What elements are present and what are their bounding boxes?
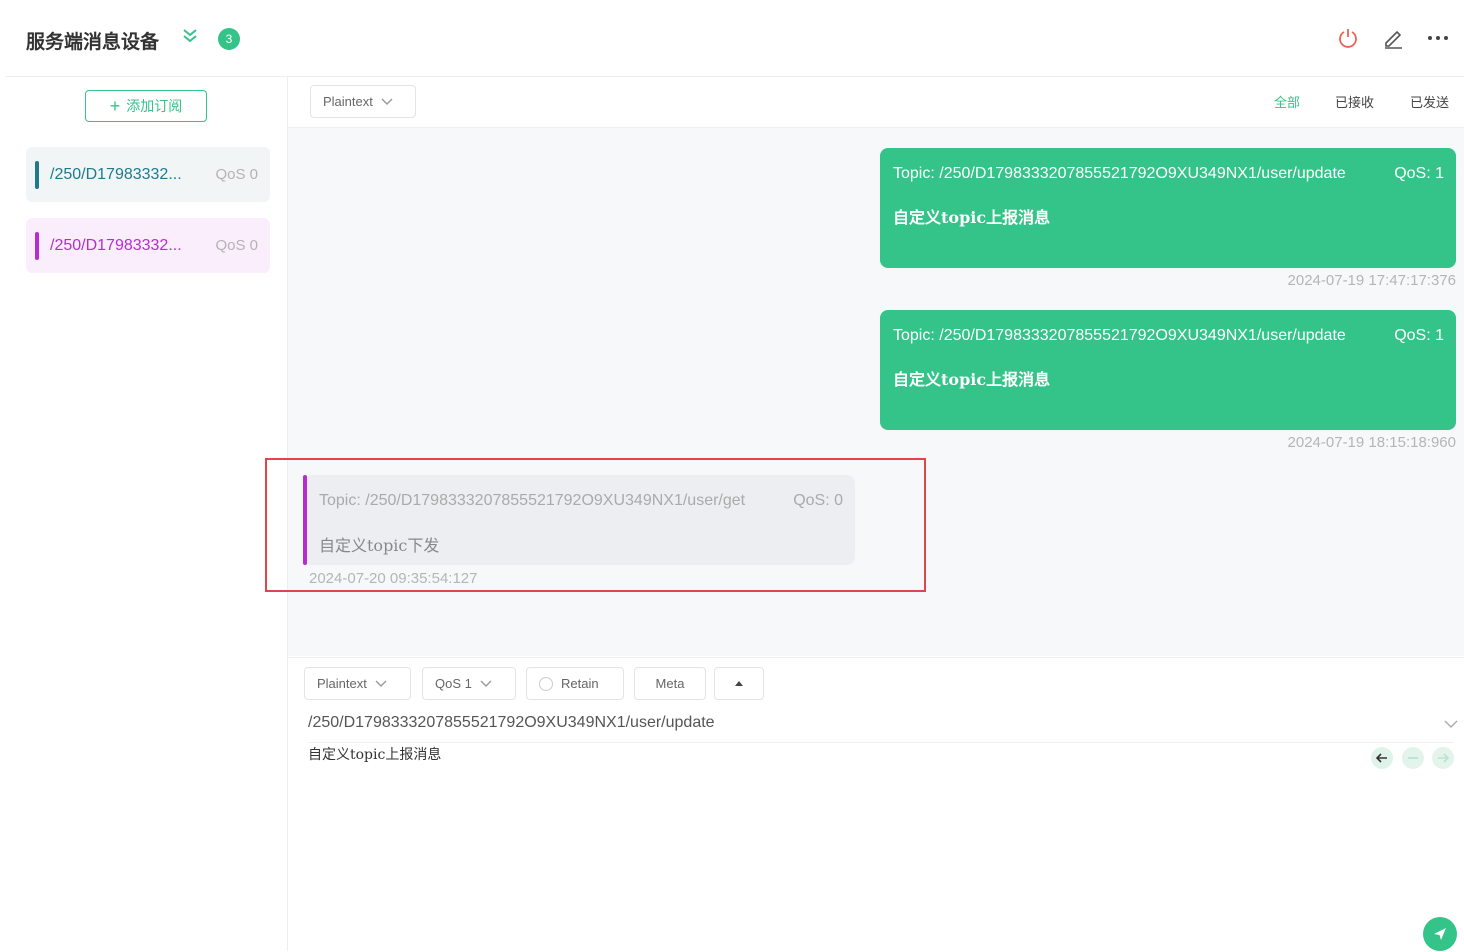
composer-qos-value: QoS 1 [435, 676, 472, 691]
subscription-color-bar [35, 160, 39, 189]
subscription-qos: QoS 0 [215, 237, 258, 254]
topic-input[interactable]: /250/D1798333207855521792O9XU349NX1/user… [308, 714, 715, 732]
message-qos: QoS: 1 [1394, 165, 1444, 182]
subscription-item[interactable]: /250/D17983332... QoS 0 [26, 147, 270, 202]
chevron-down-icon [480, 680, 492, 687]
subscription-item[interactable]: /250/D17983332... QoS 0 [26, 218, 270, 273]
connection-header: 服务端消息设备 3 [6, 0, 1464, 77]
composer-qos-select[interactable]: QoS 1 [422, 667, 516, 700]
send-icon [1434, 928, 1446, 940]
subscription-qos: QoS 0 [215, 166, 258, 183]
message-topic: Topic: /250/D1798333207855521792O9XU349N… [893, 327, 1346, 344]
collapse-button[interactable] [714, 667, 764, 700]
message-composer: Plaintext QoS 1 Retain Meta /250/D179833… [288, 657, 1464, 952]
add-subscription-button[interactable]: + 添加订阅 [85, 90, 207, 122]
chevron-down-icon[interactable] [1444, 720, 1458, 729]
composer-format-select[interactable]: Plaintext [304, 667, 411, 700]
meta-button[interactable]: Meta [634, 667, 706, 700]
edit-icon[interactable] [1379, 24, 1407, 52]
history-clear-icon[interactable] [1402, 747, 1424, 769]
message-bubble-sent[interactable]: Topic: /250/D1798333207855521792O9XU349N… [880, 310, 1456, 430]
message-payload: 自定义topic上报消息 [893, 370, 1051, 389]
subscription-topic: /250/D17983332... [50, 165, 182, 183]
message-timestamp: 2024-07-19 18:15:18:960 [1287, 434, 1456, 451]
connection-title: 服务端消息设备 [26, 32, 160, 53]
chevron-double-down-icon[interactable] [180, 26, 200, 51]
subscription-sidebar: + 添加订阅 /250/D17983332... QoS 0 /250/D179… [6, 77, 288, 951]
message-bubble-sent[interactable]: Topic: /250/D1798333207855521792O9XU349N… [880, 148, 1456, 268]
message-qos: QoS: 1 [1394, 327, 1444, 344]
chevron-down-icon [375, 680, 387, 687]
tab-received[interactable]: 已接收 [1335, 92, 1374, 111]
add-subscription-label: 添加订阅 [126, 98, 183, 114]
payload-input[interactable]: 自定义topic上报消息 [308, 744, 441, 764]
app-window: 服务端消息设备 3 + 添加订阅 /250/D17983332... QoS 0… [6, 0, 1464, 952]
chevron-down-icon [381, 98, 393, 105]
message-timestamp: 2024-07-19 17:47:17:376 [1287, 272, 1456, 289]
subscription-topic: /250/D17983332... [50, 236, 182, 254]
message-count-badge: 3 [218, 28, 240, 50]
payload-format-value: Plaintext [323, 94, 373, 109]
message-toolbar: Plaintext 全部 已接收 已发送 [288, 77, 1464, 128]
retain-check-icon [539, 676, 553, 691]
message-topic: Topic: /250/D1798333207855521792O9XU349N… [893, 165, 1346, 182]
retain-label: Retain [561, 676, 599, 691]
power-icon[interactable] [1334, 24, 1362, 52]
tab-all[interactable]: 全部 [1274, 92, 1300, 111]
tab-sent[interactable]: 已发送 [1410, 92, 1449, 111]
subscription-color-bar [35, 231, 39, 260]
message-payload: 自定义topic上报消息 [893, 208, 1051, 227]
payload-format-select[interactable]: Plaintext [310, 85, 416, 118]
more-icon[interactable] [1424, 24, 1452, 52]
composer-format-value: Plaintext [317, 676, 367, 691]
history-forward-icon[interactable] [1432, 747, 1454, 769]
highlight-box [265, 458, 926, 592]
meta-label: Meta [655, 676, 685, 691]
send-button[interactable] [1423, 917, 1457, 951]
history-back-icon[interactable] [1371, 747, 1393, 769]
retain-checkbox[interactable]: Retain [526, 667, 624, 700]
topic-divider [308, 742, 1454, 743]
caret-up-icon [735, 681, 743, 686]
plus-icon: + [109, 96, 121, 116]
